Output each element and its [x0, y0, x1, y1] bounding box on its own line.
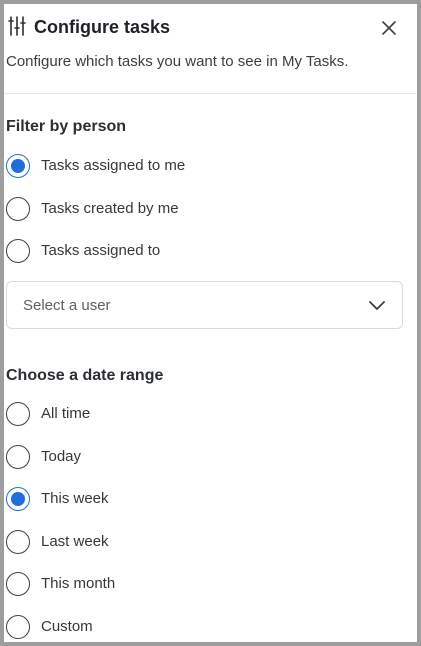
radio-tasks-assigned-to[interactable]: Tasks assigned to [6, 237, 386, 265]
date-range-heading: Choose a date range [6, 367, 164, 384]
radio-all-time[interactable]: All time [6, 400, 386, 428]
radio-button[interactable] [6, 615, 30, 639]
radio-label: This month [41, 575, 116, 592]
radio-label: Tasks created by me [41, 200, 179, 217]
radio-tasks-assigned-to-me[interactable]: Tasks assigned to me [6, 152, 386, 180]
radio-button[interactable] [6, 402, 30, 426]
configure-tasks-panel: Configure tasks Configure which tasks yo… [0, 0, 421, 646]
radio-button[interactable] [6, 530, 30, 554]
radio-label: Tasks assigned to [41, 242, 161, 259]
radio-label: All time [41, 405, 91, 422]
header-divider [4, 93, 417, 94]
radio-this-month[interactable]: This month [6, 570, 386, 598]
close-icon [381, 20, 397, 36]
radio-button[interactable] [6, 572, 30, 596]
panel-description: Configure which tasks you want to see in… [6, 53, 349, 70]
radio-button[interactable] [6, 487, 30, 511]
close-button[interactable] [375, 14, 403, 42]
radio-this-week[interactable]: This week [6, 485, 386, 513]
sliders-icon [8, 16, 26, 36]
radio-label: Today [41, 448, 82, 465]
radio-button[interactable] [6, 239, 30, 263]
radio-custom[interactable]: Custom [6, 613, 386, 641]
radio-button[interactable] [6, 154, 30, 178]
radio-label: Last week [41, 533, 109, 550]
radio-today[interactable]: Today [6, 443, 386, 471]
radio-button[interactable] [6, 445, 30, 469]
radio-label: Custom [41, 618, 93, 635]
chevron-down-icon [368, 297, 386, 315]
user-select-dropdown[interactable]: Select a user [6, 281, 403, 329]
panel-header: Configure tasks [6, 12, 403, 42]
radio-last-week[interactable]: Last week [6, 528, 386, 556]
radio-label: Tasks assigned to me [41, 157, 186, 174]
panel-title: Configure tasks [34, 17, 171, 37]
radio-label: This week [41, 490, 109, 507]
user-select-placeholder: Select a user [23, 297, 111, 314]
filter-by-person-heading: Filter by person [6, 118, 127, 135]
radio-button[interactable] [6, 197, 30, 221]
radio-tasks-created-by-me[interactable]: Tasks created by me [6, 195, 386, 223]
